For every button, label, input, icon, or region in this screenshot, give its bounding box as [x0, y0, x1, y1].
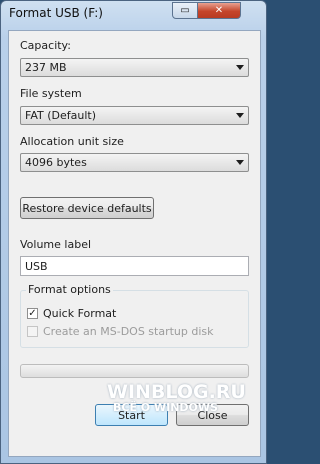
- chevron-down-icon: [236, 160, 244, 165]
- chevron-down-icon: [236, 113, 244, 118]
- restore-defaults-button[interactable]: Restore device defaults: [20, 197, 154, 219]
- checkmark-icon: ✓: [28, 308, 37, 319]
- capacity-select[interactable]: 237 MB: [20, 58, 249, 77]
- minimize-button[interactable]: ▭: [172, 2, 198, 19]
- quick-format-label: Quick Format: [43, 307, 117, 320]
- watermark-logo-text: WINBLOG.RU: [107, 381, 246, 403]
- msdos-startup-label: Create an MS-DOS startup disk: [43, 325, 214, 338]
- close-icon: ✕: [214, 5, 224, 16]
- chevron-down-icon: [236, 65, 244, 70]
- title-bar[interactable]: Format USB (F:) ▭ ✕: [1, 1, 266, 27]
- allocation-unit-label: Allocation unit size: [20, 135, 124, 148]
- volume-label-caption: Volume label: [20, 238, 92, 251]
- file-system-value: FAT (Default): [25, 109, 96, 122]
- file-system-select[interactable]: FAT (Default): [20, 106, 249, 125]
- msdos-startup-checkbox[interactable]: [27, 326, 38, 337]
- format-dialog-window: Format USB (F:) ▭ ✕ Capacity: 237 MB Fil…: [0, 0, 267, 464]
- quick-format-checkbox[interactable]: ✓: [27, 308, 38, 319]
- close-window-button[interactable]: ✕: [197, 2, 241, 19]
- watermark-tagline: ВСЁ О WINDOWS: [113, 401, 218, 414]
- window-title: Format USB (F:): [9, 6, 103, 20]
- allocation-unit-select[interactable]: 4096 bytes: [20, 153, 249, 172]
- format-options-title: Format options: [26, 283, 113, 296]
- minimize-icon: ▭: [180, 5, 190, 16]
- restore-defaults-label: Restore device defaults: [22, 201, 152, 215]
- capacity-label: Capacity:: [20, 39, 71, 52]
- capacity-value: 237 MB: [25, 61, 67, 74]
- volume-label-value: USB: [25, 260, 48, 273]
- file-system-label: File system: [20, 87, 82, 100]
- format-progress-bar: [20, 364, 249, 378]
- volume-label-input[interactable]: USB: [20, 256, 249, 276]
- allocation-unit-value: 4096 bytes: [25, 156, 87, 169]
